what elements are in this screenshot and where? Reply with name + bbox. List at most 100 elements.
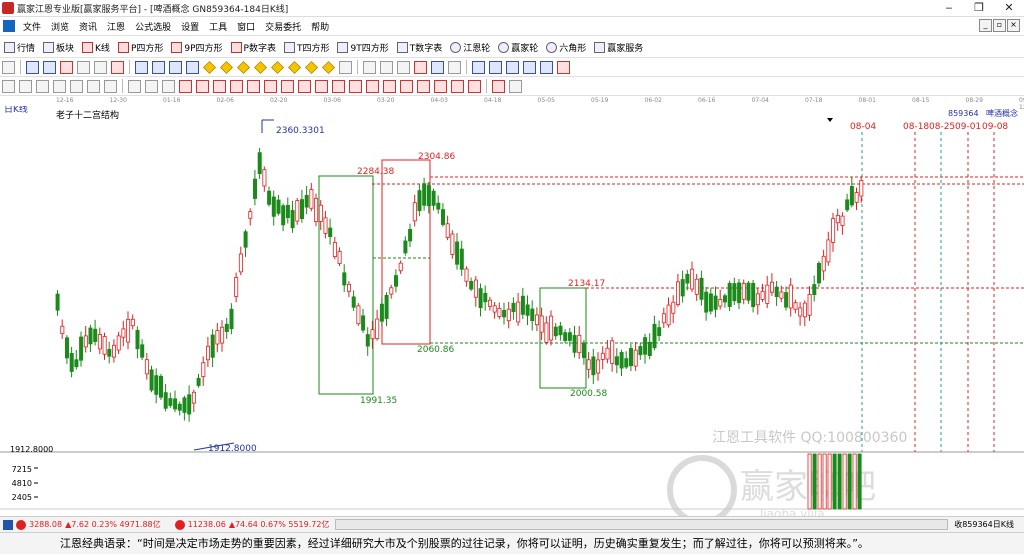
menu-info[interactable]: 资讯 (74, 20, 102, 33)
tool-circle-icon[interactable] (104, 79, 117, 93)
tool-calc-icon[interactable] (489, 60, 502, 74)
tool-diamond-8-icon[interactable] (322, 60, 335, 74)
tool-twelve-icon[interactable] (451, 79, 464, 93)
tool-left-icon[interactable] (169, 60, 182, 74)
menu-gann[interactable]: 江恩 (102, 20, 130, 33)
tool-nine-icon[interactable] (434, 79, 447, 93)
mdi-restore-button[interactable]: ▫ (993, 19, 1006, 32)
tool-period-line-icon[interactable] (145, 79, 158, 93)
tool-link-icon[interactable] (557, 60, 570, 74)
tool-diamond-4-icon[interactable] (254, 60, 267, 74)
toolbar-t-table-button[interactable]: T数字表 (396, 41, 442, 54)
menu-formula[interactable]: 公式选股 (130, 20, 176, 33)
tool-gift-icon[interactable] (414, 60, 427, 74)
tool-percent-icon[interactable] (162, 79, 175, 93)
date-tick: 01-16 (163, 97, 181, 104)
tool-ray-icon[interactable] (36, 79, 49, 93)
candle (144, 359, 149, 375)
candle (201, 362, 206, 378)
toolbar-p-table-button[interactable]: P数字表 (230, 41, 276, 54)
tool-color-icon[interactable] (492, 79, 505, 93)
tool-price-icon[interactable] (315, 79, 328, 93)
toolbar-kline-button[interactable]: K线 (82, 41, 110, 54)
dropdown-arrow-icon[interactable] (827, 118, 833, 122)
tool-book-icon[interactable] (506, 60, 519, 74)
tool-fit-icon[interactable] (431, 60, 444, 74)
tool-spiral-icon[interactable] (281, 79, 294, 93)
toolbar-9p-square-button[interactable]: 9P四方形 (171, 41, 223, 54)
toolbar-service-button[interactable]: 赢家服务 (594, 41, 643, 54)
9p-square-icon (171, 41, 183, 53)
tool-grid-icon[interactable] (2, 60, 15, 74)
tool-diamond-2-icon[interactable] (220, 60, 233, 74)
tool-cycle-icon[interactable] (332, 79, 345, 93)
tool-layout-icon[interactable] (540, 60, 553, 74)
tool-diamond-7-icon[interactable] (305, 60, 318, 74)
toolbar-quotes-button[interactable]: 行情 (4, 41, 35, 54)
tool-cross-icon[interactable] (380, 60, 393, 74)
tool-gann-fan-icon[interactable] (179, 79, 192, 93)
toolbar-p-square-button[interactable]: P四方形 (117, 41, 163, 54)
toolbar-t-square-button[interactable]: T四方形 (283, 41, 329, 54)
tool-last-icon[interactable] (152, 60, 165, 74)
menu-file[interactable]: 文件 (18, 20, 46, 33)
horizontal-scrollbar[interactable] (335, 519, 949, 530)
candle (318, 204, 323, 222)
close-button[interactable]: ✕ (994, 0, 1024, 16)
menu-trade[interactable]: 交易委托 (260, 20, 306, 33)
kline-chart[interactable]: 江恩工具软件 QQ:100800360 赢家聊吧 liaoba.yijia...… (0, 106, 1024, 516)
tool-hand-icon[interactable] (363, 60, 376, 74)
tool-window-icon[interactable] (523, 60, 536, 74)
mdi-close-button[interactable]: × (1007, 19, 1020, 32)
tool-right-icon[interactable] (186, 60, 199, 74)
tool-bars-icon[interactable] (339, 60, 352, 74)
maximize-button[interactable]: ❐ (964, 0, 994, 16)
tool-diamond-1-icon[interactable] (203, 60, 216, 74)
tool-fibo-icon[interactable] (128, 79, 141, 93)
grid-icon[interactable] (3, 519, 13, 530)
toolbar-winner-wheel-button[interactable]: 赢家轮 (498, 41, 538, 54)
mdi-minimize-button[interactable]: _ (979, 19, 992, 32)
toolbar-blocks-button[interactable]: 板块 (43, 41, 74, 54)
tool-fan-icon[interactable] (70, 79, 83, 93)
tool-square-icon[interactable] (230, 79, 243, 93)
menu-help[interactable]: 帮助 (306, 20, 334, 33)
tool-wheel-icon[interactable] (400, 79, 413, 93)
tool-hline-icon[interactable] (19, 79, 32, 93)
tool-line-icon[interactable] (2, 79, 15, 93)
toolbar-gann-wheel-button[interactable]: 江恩轮 (450, 41, 490, 54)
menu-window[interactable]: 窗口 (232, 20, 260, 33)
tool-diamond-3-icon[interactable] (237, 60, 250, 74)
tool-pencil-icon[interactable] (448, 60, 461, 74)
tool-eraser-icon[interactable] (509, 79, 522, 93)
toolbar-9t-square-button[interactable]: 9T四方形 (337, 41, 389, 54)
tool-gann-box-icon[interactable] (196, 79, 209, 93)
toolbar-hexagon-button[interactable]: 六角形 (546, 41, 586, 54)
tool-gann-grid-icon[interactable] (213, 79, 226, 93)
tool-calendar-icon[interactable] (472, 60, 485, 74)
menu-browse[interactable]: 浏览 (46, 20, 74, 33)
tool-diamond-5-icon[interactable] (271, 60, 284, 74)
tool-mark-icon[interactable] (60, 60, 73, 74)
tool-star-icon[interactable] (366, 79, 379, 93)
tool-select-icon[interactable] (26, 60, 39, 74)
tool-cursor-icon[interactable] (43, 60, 56, 74)
minimize-button[interactable]: ‒ (934, 0, 964, 16)
tool-arrow-icon[interactable] (397, 60, 410, 74)
tool-table-icon[interactable] (77, 60, 90, 74)
tool-time-icon[interactable] (298, 79, 311, 93)
tool-diamond-6-icon[interactable] (288, 60, 301, 74)
tool-angle-icon[interactable] (247, 79, 260, 93)
tool-period-icon[interactable] (94, 60, 107, 74)
tool-arc-icon[interactable] (264, 79, 277, 93)
tool-cube-icon[interactable] (383, 79, 396, 93)
tool-astro-icon[interactable] (468, 79, 481, 93)
tool-wave-icon[interactable] (349, 79, 362, 93)
tool-hex-icon[interactable] (417, 79, 430, 93)
menu-settings[interactable]: 设置 (176, 20, 204, 33)
tool-channel-icon[interactable] (53, 79, 66, 93)
menu-tools[interactable]: 工具 (204, 20, 232, 33)
tool-first-icon[interactable] (135, 60, 148, 74)
tool-flag-icon[interactable] (111, 60, 124, 74)
tool-box-icon[interactable] (87, 79, 100, 93)
